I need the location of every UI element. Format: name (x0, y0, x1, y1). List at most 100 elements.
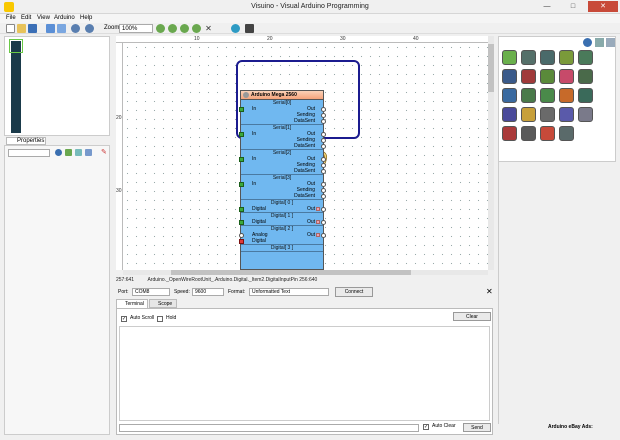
zoom-in-icon[interactable] (156, 24, 165, 33)
menu-help[interactable]: Help (80, 15, 92, 21)
checkbox[interactable]: ✓ (423, 424, 429, 430)
delete-wires-icon[interactable]: ✕ (204, 24, 213, 33)
grid-icon[interactable] (57, 24, 66, 33)
palette-search-icon[interactable] (583, 38, 592, 47)
palette-item[interactable] (559, 88, 574, 103)
canvas-horizontal-scrollbar[interactable] (123, 270, 488, 275)
palette-item[interactable] (521, 50, 536, 65)
scroll-thumb[interactable] (171, 270, 411, 275)
format-select[interactable]: Unformatted Text (249, 288, 329, 296)
component-header[interactable]: Arduino Mega 2560 (241, 91, 323, 100)
filter-icon[interactable] (85, 149, 92, 156)
zoom-out-icon[interactable] (168, 24, 177, 33)
pin-label: DataSent (294, 193, 315, 199)
status-line: 257:641 Arduino._OpenWireRootUnit_.Ardui… (116, 276, 496, 284)
pin-icon[interactable]: ✎ (101, 149, 108, 156)
palette-item[interactable] (578, 88, 593, 103)
layout-icon[interactable] (46, 24, 55, 33)
properties-search-input[interactable] (8, 149, 50, 157)
palette-item[interactable] (559, 107, 574, 122)
speed-select[interactable]: 9600 (192, 288, 224, 296)
status-coords: 257:641 (116, 277, 135, 283)
connect-button[interactable]: Connect (335, 287, 373, 297)
pin-label: DataSent (294, 168, 315, 174)
checkbox[interactable] (157, 316, 163, 322)
auto-clear-option[interactable]: ✓ Auto Clear (423, 423, 456, 430)
sort-icon[interactable] (75, 149, 82, 156)
properties-tab[interactable]: Properties (6, 137, 46, 145)
search-icon[interactable] (55, 149, 62, 156)
save-icon[interactable] (28, 24, 37, 33)
redo-icon[interactable] (85, 24, 94, 33)
palette-item[interactable] (540, 69, 555, 84)
globe-icon[interactable] (231, 24, 240, 33)
design-canvas[interactable]: Arduino Mega 2560 Serial[0] In Out Sendin… (123, 43, 488, 270)
overview-component (11, 41, 21, 133)
palette-item[interactable] (502, 88, 517, 103)
new-file-icon[interactable] (6, 24, 15, 33)
palette-item[interactable] (578, 69, 593, 84)
output-pin[interactable] (321, 207, 326, 212)
palette-item[interactable] (521, 107, 536, 122)
palette-item[interactable] (578, 50, 593, 65)
output-pin[interactable] (321, 119, 326, 124)
expand-icon[interactable] (65, 149, 72, 156)
undo-icon[interactable] (71, 24, 80, 33)
palette-item[interactable] (559, 69, 574, 84)
menu-view[interactable]: View (37, 15, 50, 21)
port-select[interactable]: COM8 (132, 288, 170, 296)
palette-item[interactable] (559, 50, 574, 65)
palette-item[interactable] (521, 126, 536, 141)
tab-terminal[interactable]: Terminal (116, 299, 148, 308)
output-pin[interactable] (321, 194, 326, 199)
open-folder-icon[interactable] (17, 24, 26, 33)
overview-panel[interactable] (4, 36, 110, 136)
zoom-reset-icon[interactable] (192, 24, 201, 33)
input-pin[interactable] (239, 220, 244, 225)
tools-icon[interactable]: ✕ (486, 287, 493, 297)
maximize-button[interactable]: □ (562, 1, 584, 12)
zoom-select[interactable]: 100% (119, 24, 153, 33)
menu-arduino[interactable]: Arduino (54, 15, 75, 21)
tab-scope[interactable]: Scope (149, 299, 177, 308)
palette-item[interactable] (502, 50, 517, 65)
palette-item[interactable] (540, 126, 555, 141)
input-pin[interactable] (239, 239, 244, 244)
overview-viewport[interactable] (9, 39, 23, 53)
menu-file[interactable]: File (6, 15, 16, 21)
output-pin[interactable] (321, 144, 326, 149)
arduino-board-icon[interactable] (245, 24, 254, 33)
auto-scroll-option[interactable]: ✓ Auto Scroll (121, 315, 154, 322)
port-label: Port: (118, 289, 129, 295)
palette-filter-icon[interactable] (595, 38, 604, 47)
palette-item[interactable] (521, 88, 536, 103)
palette-item[interactable] (540, 50, 555, 65)
palette-item[interactable] (559, 126, 574, 141)
palette-item[interactable] (502, 69, 517, 84)
input-pin[interactable] (239, 207, 244, 212)
send-button[interactable]: Send (463, 423, 491, 432)
send-input[interactable] (119, 424, 419, 432)
palette-item[interactable] (540, 107, 555, 122)
palette-item[interactable] (540, 88, 555, 103)
canvas-vertical-scrollbar[interactable] (488, 36, 494, 270)
arduino-mega-component[interactable]: Arduino Mega 2560 Serial[0] In Out Sendin… (239, 90, 326, 270)
output-pin[interactable] (321, 220, 326, 225)
board-icon (243, 92, 249, 98)
palette-item[interactable] (578, 107, 593, 122)
menu-edit[interactable]: Edit (21, 15, 31, 21)
checkbox[interactable]: ✓ (121, 316, 127, 322)
minimize-button[interactable]: — (536, 1, 558, 12)
hold-option[interactable]: Hold (157, 315, 176, 322)
digital-3-section: Digital[ 3 ] (241, 245, 323, 252)
zoom-fit-icon[interactable] (180, 24, 189, 33)
terminal-output[interactable] (119, 326, 490, 421)
output-pin[interactable] (321, 169, 326, 174)
palette-settings-icon[interactable] (606, 38, 615, 47)
palette-item[interactable] (521, 69, 536, 84)
close-button[interactable]: ✕ (588, 1, 618, 12)
clear-button[interactable]: Clear (453, 312, 491, 321)
scroll-thumb[interactable] (488, 44, 494, 92)
palette-item[interactable] (502, 126, 517, 141)
palette-item[interactable] (502, 107, 517, 122)
